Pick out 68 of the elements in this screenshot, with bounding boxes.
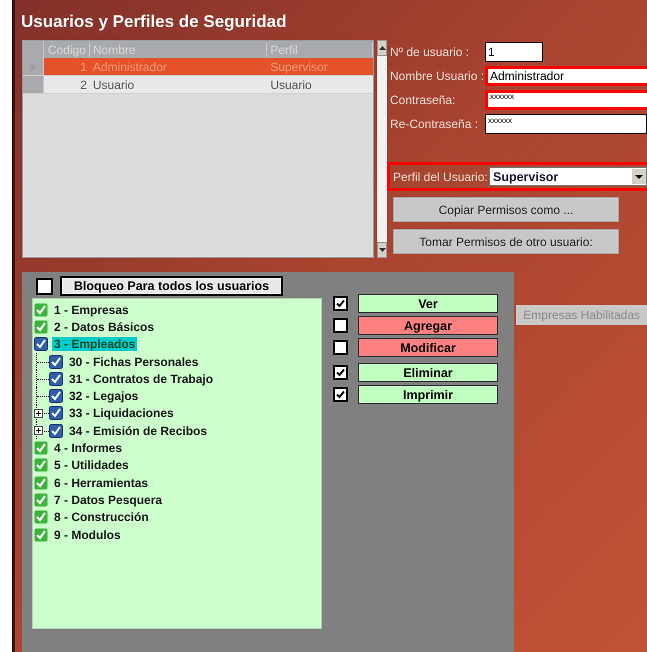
checkbox-icon[interactable] xyxy=(49,354,63,369)
checkmark-icon[interactable] xyxy=(34,302,48,317)
table-cell-text: 1 xyxy=(79,60,88,74)
permission-button[interactable]: Modificar xyxy=(358,338,498,357)
checkbox-icon[interactable] xyxy=(49,372,63,386)
table-row[interactable]: 2 Usuario Usuario xyxy=(23,76,373,94)
checkbox[interactable] xyxy=(333,340,348,355)
profile-dropdown[interactable]: Supervisor xyxy=(489,167,647,186)
checkmark-icon[interactable] xyxy=(34,492,48,507)
tree-item[interactable]: 30 - Fichas Personales xyxy=(67,354,200,369)
checkmark-icon xyxy=(336,368,345,377)
tree-item[interactable]: 1 - Empresas xyxy=(52,302,131,317)
scrollbar[interactable] xyxy=(377,40,387,258)
checkbox[interactable] xyxy=(333,387,348,402)
checkbox[interactable] xyxy=(333,296,348,311)
tree-item[interactable]: 6 - Herramientas xyxy=(52,476,150,490)
table-cell-text: Administrador xyxy=(92,60,168,74)
field-label: Perfil del Usuario: xyxy=(393,170,489,184)
table-cell-text: Supervisor xyxy=(269,60,329,74)
window-title: Usuarios y Perfiles de Seguridad xyxy=(20,11,288,33)
field-label: Nº de usuario : xyxy=(390,45,470,59)
checkbox-icon[interactable] xyxy=(49,389,63,404)
table-cell-text: Usuario xyxy=(92,78,136,92)
permission-button[interactable]: Eliminar xyxy=(358,363,498,382)
field-label: Nombre Usuario : xyxy=(390,69,485,83)
checkbox-icon[interactable] xyxy=(34,337,48,352)
checkbox[interactable] xyxy=(36,278,53,294)
input-field[interactable]: 1 xyxy=(485,42,543,62)
permission-button[interactable]: Imprimir xyxy=(358,385,498,404)
tree-item[interactable]: 9 - Modulos xyxy=(52,528,123,542)
checkmark-icon[interactable] xyxy=(34,476,48,490)
expand-icon[interactable] xyxy=(34,408,43,418)
block-all-button[interactable]: Bloqueo Para todos los usuarios xyxy=(60,276,283,296)
checkmark-icon xyxy=(336,390,345,399)
checkbox-icon[interactable] xyxy=(49,424,63,438)
table-cell-text: 2 xyxy=(79,78,88,92)
tree-item[interactable]: 8 - Construcción xyxy=(52,510,151,524)
tree-item[interactable]: 34 - Emisión de Recibos xyxy=(67,424,210,438)
checkmark-icon[interactable] xyxy=(34,441,48,456)
input-field[interactable]: xxxxxx xyxy=(485,90,647,110)
input-field[interactable]: xxxxxx xyxy=(485,114,647,134)
field-label: Contraseña: xyxy=(390,93,456,107)
checkmark-icon xyxy=(336,299,345,308)
checkbox[interactable] xyxy=(333,318,348,333)
tree-item[interactable]: 2 - Datos Básicos xyxy=(52,320,156,334)
action-button[interactable]: Tomar Permisos de otro usuario: xyxy=(393,229,619,254)
tree-item[interactable]: 32 - Legajos xyxy=(67,389,140,404)
tree-item[interactable]: 7 - Datos Pesquera xyxy=(52,492,164,507)
checkmark-icon[interactable] xyxy=(34,510,48,524)
input-field[interactable]: Administrador xyxy=(485,66,647,86)
expand-icon[interactable] xyxy=(34,426,43,436)
tree-item[interactable]: 31 - Contratos de Trabajo xyxy=(67,372,216,386)
tree-item[interactable]: 4 - Informes xyxy=(52,441,124,456)
field-label: Re-Contraseña : xyxy=(390,117,480,131)
permission-button[interactable]: Ver xyxy=(358,294,498,313)
checkmark-icon[interactable] xyxy=(34,320,48,334)
scroll-up-icon[interactable] xyxy=(378,46,386,50)
tree-item[interactable]: 5 - Utilidades xyxy=(52,458,131,472)
checkmark-icon[interactable] xyxy=(34,458,48,472)
tree-item[interactable]: 33 - Liquidaciones xyxy=(67,406,176,420)
scroll-down-icon[interactable] xyxy=(378,248,386,252)
checkmark-icon[interactable] xyxy=(34,528,48,542)
action-button[interactable]: Copiar Permisos como ... xyxy=(393,197,619,222)
permission-button[interactable]: Agregar xyxy=(358,316,498,335)
table-cell-text: Usuario xyxy=(269,78,313,92)
checkbox[interactable] xyxy=(333,365,348,380)
checkbox-icon[interactable] xyxy=(49,406,63,420)
tree-item[interactable]: 3 - Empleados xyxy=(52,337,138,352)
